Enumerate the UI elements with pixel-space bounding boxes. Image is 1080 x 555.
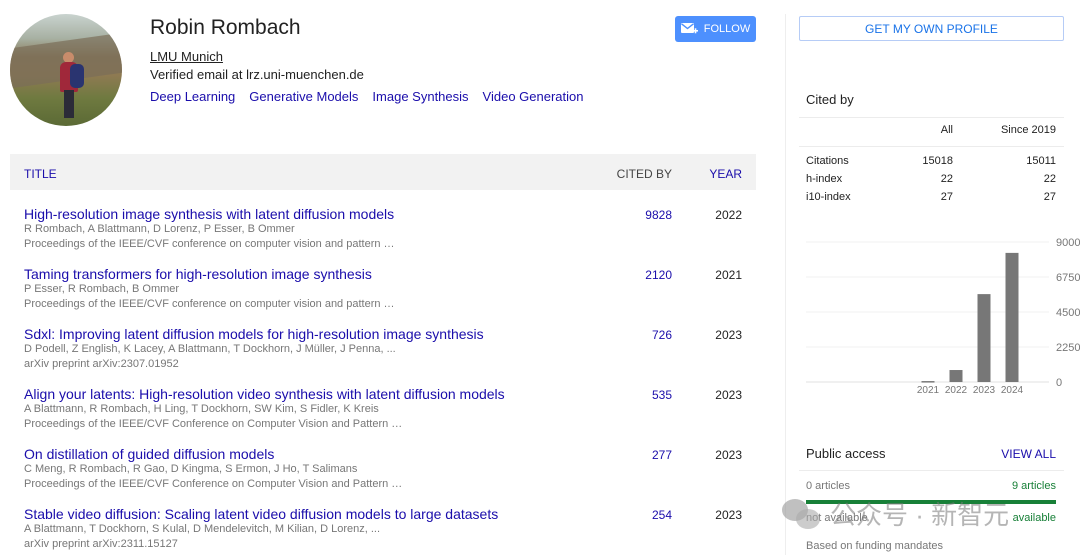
paper-authors: C Meng, R Rombach, R Gao, D Kingma, S Er… [24, 463, 358, 475]
get-my-own-profile-button[interactable]: GET MY OWN PROFILE [799, 16, 1064, 41]
stat-all: 15018 [922, 155, 953, 167]
y-tick-label: 2250 [1056, 342, 1080, 354]
x-tick-label: 2024 [1001, 385, 1024, 396]
citations-per-year-chart: 0 2250 4500 6750 9000 2021 2022 2023 2024 [806, 237, 1080, 396]
cited-by-link[interactable]: 9828 [645, 208, 672, 222]
stat-row-h-index: h-index 22 22 [799, 173, 1064, 191]
paper-year: 2021 [715, 268, 742, 282]
cited-by-link[interactable]: 277 [652, 448, 672, 462]
y-tick-label: 6750 [1056, 272, 1080, 284]
stat-row-citations: Citations 15018 15011 [799, 155, 1064, 173]
paper-year: 2023 [715, 448, 742, 462]
paper-authors: A Blattmann, R Rombach, H Ling, T Dockho… [24, 403, 379, 415]
publication-list: High-resolution image synthesis with lat… [10, 205, 756, 555]
not-available-label: not available [806, 512, 868, 524]
x-tick-label: 2022 [945, 385, 968, 396]
stat-since: 22 [1043, 173, 1056, 185]
bar-2024[interactable] [1005, 252, 1019, 382]
paper-venue: Proceedings of the IEEE/CVF Conference o… [24, 418, 403, 430]
stat-label: Citations [806, 155, 849, 167]
bar-2021[interactable] [921, 381, 935, 383]
table-row: Sdxl: Improving latent diffusion models … [10, 325, 756, 385]
paper-authors: D Podell, Z English, K Lacey, A Blattman… [24, 343, 396, 355]
sidebar-divider [785, 14, 786, 555]
paper-title-link[interactable]: Taming transformers for high-resolution … [24, 266, 372, 282]
sort-by-title[interactable]: TITLE [24, 167, 57, 181]
affiliation-link[interactable]: LMU Munich [150, 49, 223, 64]
stat-all: 27 [940, 191, 953, 203]
y-tick-label: 0 [1056, 377, 1062, 389]
paper-title-link[interactable]: High-resolution image synthesis with lat… [24, 206, 394, 222]
paper-venue: arXiv preprint arXiv:2311.15127 [24, 538, 178, 550]
not-available-count: 0 articles [806, 480, 851, 492]
y-tick-label: 9000 [1056, 237, 1080, 249]
funding-mandates-note: Based on funding mandates [806, 540, 943, 552]
paper-venue: Proceedings of the IEEE/CVF conference o… [24, 298, 395, 310]
cited-by-title: Cited by [806, 92, 854, 107]
paper-venue: Proceedings of the IEEE/CVF conference o… [24, 238, 395, 250]
paper-year: 2023 [715, 328, 742, 342]
paper-title-link[interactable]: Align your latents: High-resolution vide… [24, 386, 505, 402]
divider [799, 470, 1064, 471]
follow-button[interactable]: FOLLOW [675, 16, 756, 42]
public-access-title: Public access [806, 446, 886, 461]
paper-venue: arXiv preprint arXiv:2307.01952 [24, 358, 179, 370]
paper-title-link[interactable]: Sdxl: Improving latent diffusion models … [24, 326, 484, 342]
view-all-link[interactable]: VIEW ALL [1001, 447, 1056, 461]
paper-authors: A Blattmann, T Dockhorn, S Kulal, D Mend… [24, 523, 381, 535]
y-tick-label: 4500 [1056, 307, 1080, 319]
sort-by-year[interactable]: YEAR [709, 167, 742, 181]
paper-year: 2023 [715, 388, 742, 402]
stat-all: 22 [940, 173, 953, 185]
interest-link[interactable]: Generative Models [249, 89, 358, 104]
research-interests: Deep Learning Generative Models Image Sy… [150, 89, 583, 104]
cited-by-link[interactable]: 254 [652, 508, 672, 522]
profile-avatar [10, 14, 122, 126]
divider [799, 117, 1064, 118]
cited-by-link[interactable]: 726 [652, 328, 672, 342]
cited-by-link[interactable]: 2120 [645, 268, 672, 282]
bar-2022[interactable] [949, 370, 963, 382]
table-row: Align your latents: High-resolution vide… [10, 385, 756, 445]
bar-2023[interactable] [977, 294, 991, 382]
cited-by-table: Citations 15018 15011 h-index 22 22 i10-… [799, 155, 1064, 209]
stat-since: 15011 [1026, 155, 1056, 167]
col-all: All [940, 124, 953, 136]
table-row: Taming transformers for high-resolution … [10, 265, 756, 325]
profile-name: Robin Rombach [150, 16, 301, 39]
col-since: Since 2019 [1000, 124, 1056, 136]
interest-link[interactable]: Image Synthesis [372, 89, 468, 104]
follow-label: FOLLOW [703, 23, 751, 35]
sort-by-cited[interactable]: CITED BY [617, 167, 672, 181]
table-row: High-resolution image synthesis with lat… [10, 205, 756, 265]
stat-label: i10-index [806, 191, 851, 203]
interest-link[interactable]: Deep Learning [150, 89, 235, 104]
stat-label: h-index [806, 173, 843, 185]
paper-year: 2022 [715, 208, 742, 222]
table-row: Stable video diffusion: Scaling latent v… [10, 505, 756, 555]
paper-authors: R Rombach, A Blattmann, D Lorenz, P Esse… [24, 223, 295, 235]
table-header: TITLE CITED BY YEAR [10, 154, 756, 190]
mail-plus-icon [680, 22, 698, 33]
paper-title-link[interactable]: Stable video diffusion: Scaling latent v… [24, 506, 498, 522]
available-label: available [1012, 512, 1056, 524]
paper-authors: P Esser, R Rombach, B Ommer [24, 283, 180, 295]
interest-link[interactable]: Video Generation [483, 89, 584, 104]
available-count[interactable]: 9 articles [1012, 480, 1056, 492]
divider [799, 146, 1064, 147]
table-row: On distillation of guided diffusion mode… [10, 445, 756, 505]
x-tick-label: 2023 [973, 385, 996, 396]
paper-venue: Proceedings of the IEEE/CVF Conference o… [24, 478, 403, 490]
stat-row-i10-index: i10-index 27 27 [799, 191, 1064, 209]
stat-since: 27 [1043, 191, 1056, 203]
paper-title-link[interactable]: On distillation of guided diffusion mode… [24, 446, 274, 462]
public-access-bar [806, 500, 1056, 504]
cited-by-link[interactable]: 535 [652, 388, 672, 402]
verified-email: Verified email at lrz.uni-muenchen.de [150, 67, 364, 82]
x-tick-label: 2021 [917, 385, 940, 396]
paper-year: 2023 [715, 508, 742, 522]
